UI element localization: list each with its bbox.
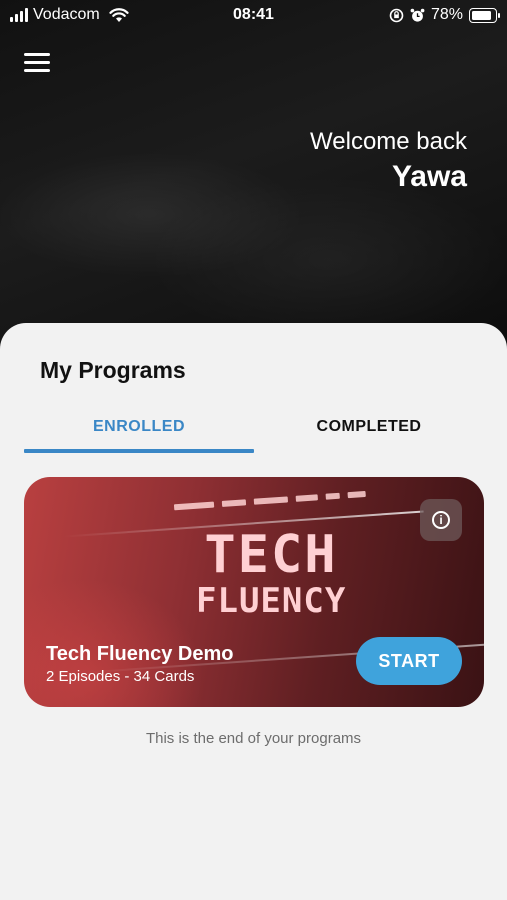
program-title: Tech Fluency Demo — [46, 643, 234, 665]
welcome-text: Welcome back — [310, 128, 467, 155]
programs-sheet: My Programs ENROLLED COMPLETED TECH FLUE… — [0, 323, 507, 900]
user-name: Yawa — [391, 160, 467, 193]
tab-completed[interactable]: COMPLETED — [254, 418, 484, 436]
welcome-block: Welcome back Yawa — [310, 128, 467, 194]
program-logo: TECH FLUENCY — [196, 527, 346, 619]
tab-enrolled[interactable]: ENROLLED — [24, 418, 254, 436]
card-dash-decoration — [173, 490, 384, 515]
start-button[interactable]: START — [356, 637, 462, 685]
info-icon: i — [432, 511, 450, 529]
hamburger-menu-icon[interactable] — [24, 53, 52, 77]
program-card[interactable]: TECH FLUENCY i Tech Fluency Demo 2 Episo… — [24, 477, 484, 707]
program-info-button[interactable]: i — [420, 499, 462, 541]
alarm-icon — [410, 8, 425, 22]
active-tab-indicator — [24, 449, 254, 453]
program-logo-line2: FLUENCY — [196, 581, 347, 621]
end-of-list-message: This is the end of your programs — [145, 730, 362, 747]
section-title: My Programs — [40, 357, 186, 383]
status-right: 78% — [389, 6, 500, 24]
program-logo-line1: TECH — [204, 525, 338, 585]
orientation-lock-icon — [389, 8, 404, 22]
header-hero: Vodacom 08:41 78% Welcome back Yawa — [0, 0, 507, 345]
battery-icon — [469, 7, 500, 23]
battery-percent: 78% — [430, 6, 463, 23]
program-subtitle: 2 Episodes - 34 Cards — [46, 668, 195, 685]
status-bar: Vodacom 08:41 78% — [0, 0, 507, 30]
